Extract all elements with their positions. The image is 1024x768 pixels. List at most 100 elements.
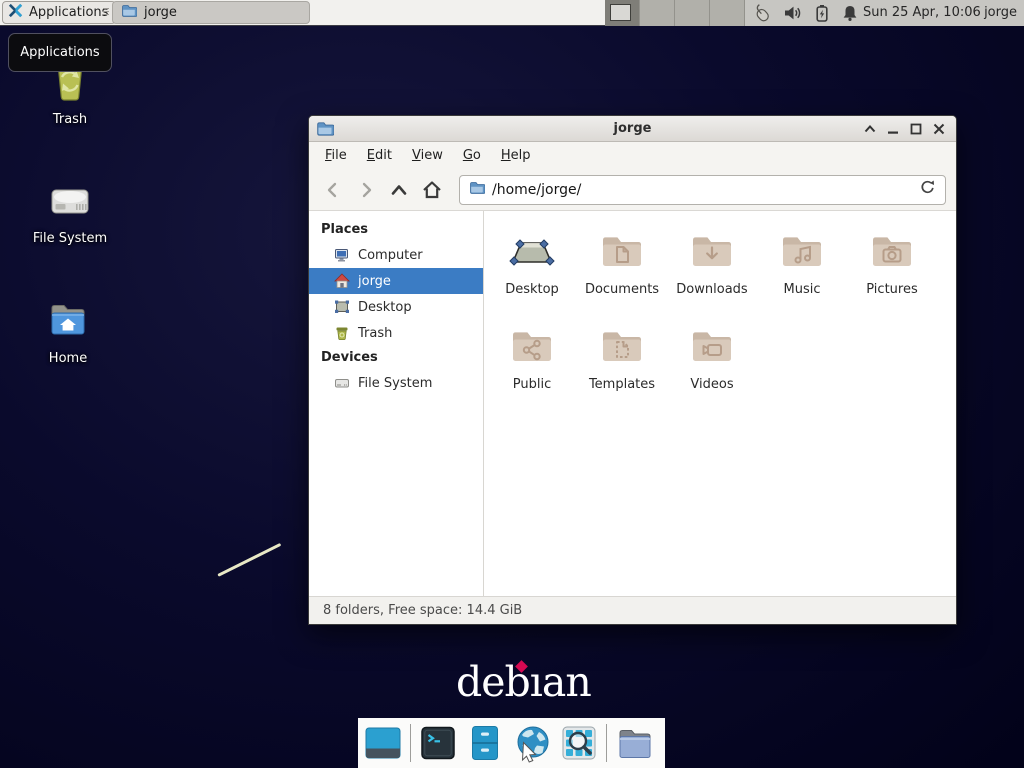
- taskbar-button-label: jorge: [144, 5, 177, 20]
- pictures-folder-icon: [868, 227, 916, 275]
- music-folder-icon: [778, 227, 826, 275]
- dock-separator: [606, 724, 607, 762]
- desktop-icon-file-system[interactable]: File System: [22, 176, 118, 246]
- templates-folder-icon: [598, 322, 646, 370]
- home-icon: [334, 273, 350, 289]
- desktop-icon-home[interactable]: Home: [20, 296, 116, 366]
- toolbar: /home/jorge/: [309, 169, 956, 211]
- downloads-folder-icon: [688, 227, 736, 275]
- workspace-3[interactable]: [675, 0, 710, 26]
- sidebar-item-desktop[interactable]: Desktop: [309, 294, 483, 320]
- file-cabinet-icon[interactable]: [465, 723, 505, 763]
- workspace-switcher: [605, 0, 745, 26]
- workspace-4[interactable]: [710, 0, 745, 26]
- window-folder-icon: [316, 120, 334, 142]
- directory-menu-folder-icon[interactable]: [614, 723, 654, 763]
- maximize-button[interactable]: [909, 122, 923, 136]
- home-folder-icon: [43, 296, 93, 346]
- tooltip-text: Applications: [20, 45, 99, 60]
- sidebar-item-computer[interactable]: Computer: [309, 242, 483, 268]
- sidebar-item-jorge[interactable]: jorge: [309, 268, 483, 294]
- desktop-icon-label: Trash: [53, 112, 87, 127]
- file-item-desktop[interactable]: Desktop: [487, 220, 577, 315]
- shade-button[interactable]: [863, 122, 877, 136]
- panel-username[interactable]: jorge: [984, 0, 1017, 26]
- file-label: Videos: [690, 377, 733, 392]
- location-bar[interactable]: /home/jorge/: [459, 175, 946, 205]
- file-label: Music: [784, 282, 821, 297]
- window-title: jorge: [309, 116, 956, 141]
- sidebar-item-label: Trash: [358, 326, 392, 341]
- home-button[interactable]: [418, 176, 446, 204]
- applications-menu-label: Applications: [29, 5, 108, 20]
- workspace-1[interactable]: [605, 0, 640, 26]
- file-item-pictures[interactable]: Pictures: [847, 220, 937, 315]
- path-text[interactable]: /home/jorge/: [492, 182, 912, 198]
- forward-button[interactable]: [352, 176, 380, 204]
- clock[interactable]: Sun 25 Apr, 10:06: [863, 0, 981, 26]
- workspace-2[interactable]: [640, 0, 675, 26]
- file-item-music[interactable]: Music: [757, 220, 847, 315]
- mouse-icon[interactable]: [751, 3, 771, 23]
- file-item-downloads[interactable]: Downloads: [667, 220, 757, 315]
- minimize-button[interactable]: [886, 122, 900, 136]
- statusbar-text: 8 folders, Free space: 14.4 GiB: [323, 603, 522, 618]
- up-button[interactable]: [385, 176, 413, 204]
- terminal-icon[interactable]: [418, 723, 458, 763]
- xfce-applications-icon: [7, 2, 24, 23]
- debian-logo-i: ı: [530, 658, 542, 706]
- bottom-dock: [358, 718, 665, 768]
- panel-right-section: Sun 25 Apr, 10:06 jorge: [605, 0, 1024, 26]
- file-item-documents[interactable]: Documents: [577, 220, 667, 315]
- dock-separator: [410, 724, 411, 762]
- panel-handle[interactable]: [103, 8, 109, 15]
- file-item-public[interactable]: Public: [487, 315, 577, 410]
- sidebar-item-label: jorge: [358, 274, 391, 289]
- desktop-icon-label: File System: [33, 231, 107, 246]
- file-label: Documents: [585, 282, 659, 297]
- file-list-area[interactable]: Desktop Documents Down: [484, 211, 956, 596]
- file-item-videos[interactable]: Videos: [667, 315, 757, 410]
- close-button[interactable]: [932, 122, 946, 136]
- show-desktop-icon[interactable]: [363, 723, 403, 763]
- top-panel: Applications jorge Sun 25 Apr, 10:06 jor…: [0, 0, 1024, 26]
- back-button[interactable]: [319, 176, 347, 204]
- file-label: Desktop: [505, 282, 559, 297]
- statusbar: 8 folders, Free space: 14.4 GiB: [309, 596, 956, 624]
- documents-folder-icon: [598, 227, 646, 275]
- menu-file[interactable]: File: [315, 142, 357, 169]
- volume-icon[interactable]: [782, 3, 802, 23]
- stray-line-artifact: [217, 543, 281, 577]
- sidebar-item-file-system[interactable]: File System: [309, 370, 483, 396]
- window-titlebar[interactable]: jorge: [309, 116, 956, 142]
- sidebar-item-trash[interactable]: Trash: [309, 320, 483, 346]
- applications-menu-button[interactable]: Applications: [2, 1, 116, 24]
- desktop-icon-label: Home: [49, 351, 87, 366]
- file-item-templates[interactable]: Templates: [577, 315, 667, 410]
- battery-icon[interactable]: [812, 3, 832, 23]
- trash-icon: [334, 325, 350, 341]
- web-browser-icon[interactable]: [512, 723, 552, 763]
- workspace-window-thumb: [610, 4, 631, 21]
- sidebar-item-label: File System: [358, 376, 432, 391]
- menu-edit[interactable]: Edit: [357, 142, 402, 169]
- sidebar-item-label: Desktop: [358, 300, 412, 315]
- debian-logo-text2: an: [542, 658, 591, 706]
- file-label: Downloads: [676, 282, 747, 297]
- menu-go[interactable]: Go: [453, 142, 491, 169]
- reload-icon[interactable]: [919, 179, 936, 200]
- sidebar-item-label: Computer: [358, 248, 423, 263]
- taskbar-button-jorge[interactable]: jorge: [112, 1, 310, 24]
- file-label: Pictures: [866, 282, 917, 297]
- sidebar: Places Computer jorge Desktop Trash Devi…: [309, 211, 484, 596]
- computer-icon: [334, 247, 350, 263]
- desktop-icon: [334, 299, 350, 315]
- path-folder-icon: [469, 180, 485, 200]
- debian-logo: debıan: [456, 658, 591, 706]
- notifications-bell-icon[interactable]: [840, 3, 860, 23]
- menu-help[interactable]: Help: [491, 142, 541, 169]
- file-label: Templates: [589, 377, 655, 392]
- applications-tooltip: Applications: [8, 33, 112, 72]
- app-finder-icon[interactable]: [559, 723, 599, 763]
- menu-view[interactable]: View: [402, 142, 453, 169]
